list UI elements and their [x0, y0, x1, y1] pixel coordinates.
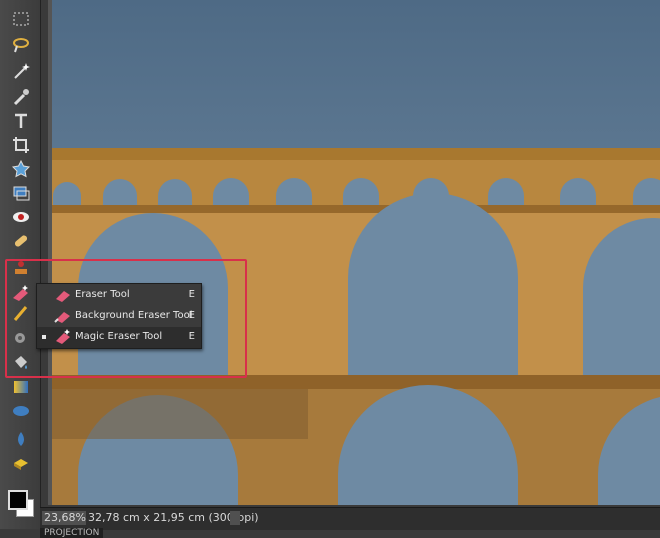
red-eye-icon[interactable] [9, 206, 33, 228]
status-bar: 23,68% 32,78 cm x 21,95 cm (300 ppi) PRO… [40, 507, 660, 538]
crop-icon[interactable] [9, 134, 33, 156]
highlight-annotation [5, 259, 247, 378]
aqueduct-photo [48, 0, 660, 505]
status-menu-arrow-icon[interactable] [230, 511, 240, 525]
straighten-icon[interactable] [9, 182, 33, 204]
image-canvas[interactable] [48, 0, 660, 505]
sponge-icon[interactable] [9, 452, 33, 474]
project-bin-tab[interactable]: PROJECTION [40, 528, 104, 538]
marquee-icon[interactable] [9, 8, 33, 30]
lasso-icon[interactable] [9, 34, 33, 56]
foreground-color-swatch[interactable] [8, 490, 28, 510]
healing-brush-icon[interactable] [9, 230, 33, 252]
shape-icon[interactable] [9, 400, 33, 422]
magic-wand-icon[interactable] [9, 60, 33, 82]
canvas-edge [48, 0, 52, 505]
type-icon[interactable] [9, 110, 33, 132]
zoom-level[interactable]: 23,68% [42, 511, 86, 525]
cookie-cutter-icon[interactable] [9, 158, 33, 180]
gradient-icon[interactable] [9, 376, 33, 398]
quick-selection-icon[interactable] [9, 86, 33, 108]
blur-icon[interactable] [9, 428, 33, 450]
